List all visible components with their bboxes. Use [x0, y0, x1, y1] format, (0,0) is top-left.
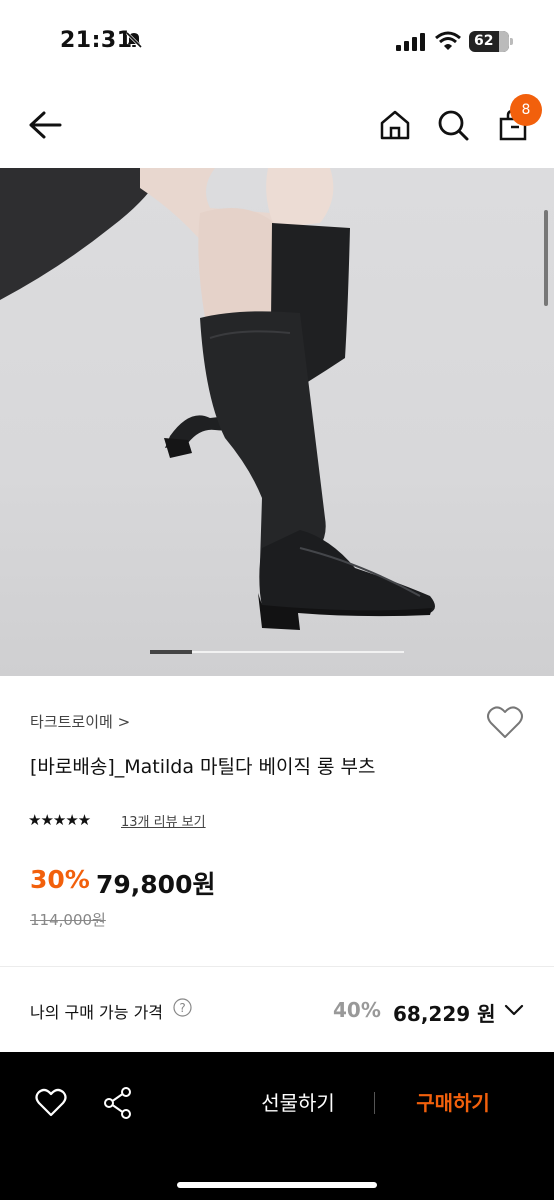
- product-image-carousel[interactable]: [0, 168, 554, 676]
- bell-slash-icon: [125, 31, 143, 49]
- brand-link[interactable]: 타크트로이메 >: [30, 711, 130, 732]
- cart-count-badge: 8: [510, 94, 542, 126]
- question-icon[interactable]: ?: [173, 998, 192, 1017]
- search-icon[interactable]: [436, 108, 470, 142]
- heart-icon[interactable]: [486, 705, 524, 741]
- product-photo: [0, 168, 435, 630]
- wifi-icon: [435, 31, 461, 50]
- battery-indicator: 62: [469, 31, 513, 52]
- gift-button[interactable]: 선물하기: [248, 1088, 348, 1118]
- home-icon[interactable]: [378, 108, 412, 142]
- carousel-pager-indicator: [150, 650, 192, 654]
- home-indicator[interactable]: [177, 1182, 377, 1188]
- signal-icon: [396, 33, 425, 51]
- available-price-label: 나의 구매 가능 가격: [30, 1003, 164, 1022]
- top-nav: 8: [0, 84, 554, 168]
- original-price: 114,000원: [30, 911, 106, 929]
- available-discount-rate: 40%: [333, 998, 381, 1022]
- button-separator: [374, 1092, 375, 1114]
- product-title: [바로배송]_Matilda 마틸다 베이직 롱 부츠: [30, 756, 376, 778]
- battery-level: 62: [474, 33, 494, 49]
- status-time: 21:31: [60, 28, 133, 53]
- discount-rate: 30%: [30, 865, 90, 894]
- image-scrollbar: [544, 210, 548, 306]
- section-divider: [0, 966, 554, 967]
- back-icon[interactable]: [26, 108, 64, 142]
- buy-button[interactable]: 구매하기: [402, 1088, 504, 1118]
- heart-icon[interactable]: [35, 1088, 67, 1118]
- available-price: 68,229 원: [393, 1002, 496, 1026]
- rating-stars: ★★★★★: [28, 811, 91, 829]
- bottom-action-bar: 선물하기 구매하기: [0, 1052, 554, 1200]
- chevron-down-icon[interactable]: [503, 1000, 525, 1020]
- sale-price: 79,800원: [96, 870, 216, 899]
- status-bar: 21:31 62: [0, 0, 554, 84]
- svg-text:?: ?: [179, 1001, 185, 1015]
- share-icon[interactable]: [102, 1086, 134, 1120]
- review-link[interactable]: 13개 리뷰 보기: [121, 811, 206, 830]
